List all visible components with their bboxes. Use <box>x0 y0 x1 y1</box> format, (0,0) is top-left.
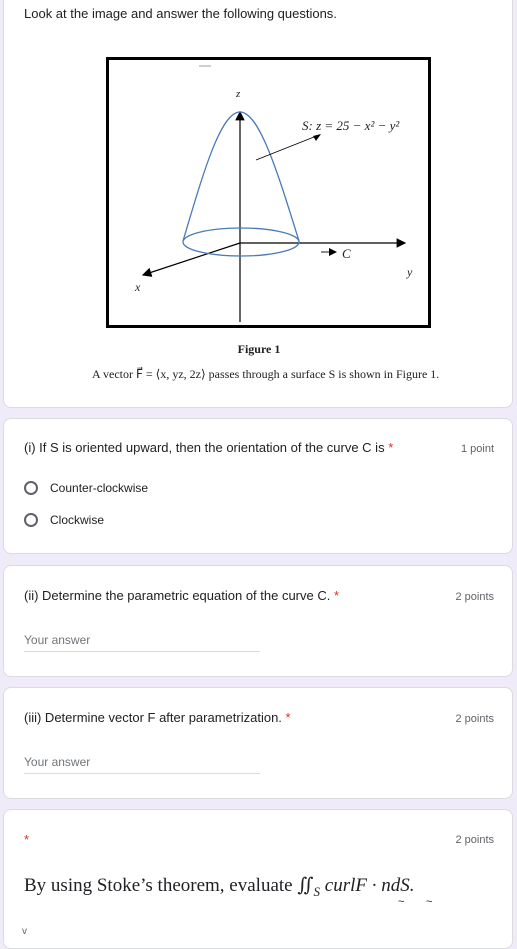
x-axis <box>141 242 241 277</box>
tilde-mark: ~ <box>398 896 405 908</box>
required-mark: * <box>388 440 394 455</box>
radio-button[interactable] <box>24 513 38 527</box>
question-4-points: 2 points <box>455 834 494 846</box>
question-2-card: (ii) Determine the parametric equation o… <box>3 565 513 677</box>
integrand: curlF · ndS. <box>324 875 415 896</box>
integral-subscript: S <box>313 884 321 899</box>
required-mark: * <box>285 710 291 725</box>
curve-c <box>182 227 300 257</box>
tilde-mark: ~ <box>426 896 433 908</box>
question-1-title: (i) If S is oriented upward, then the or… <box>24 440 394 455</box>
question-3-card: (iii) Determine vector F after parametri… <box>3 687 513 799</box>
y-axis-label: y <box>407 265 413 279</box>
question-2-title: (ii) Determine the parametric equation o… <box>24 588 340 603</box>
prompt-text: By using Stoke’s theorem, evaluate <box>24 875 293 896</box>
figure-1: z S: z = 25 − x² − y² C y x <box>106 57 431 328</box>
required-mark: * <box>24 832 30 847</box>
figure-caption: Figure 1 <box>237 342 281 356</box>
answer-input[interactable]: Your answer <box>24 755 260 774</box>
truncated-text: v <box>22 926 27 937</box>
question-1-card: (i) If S is oriented upward, then the or… <box>3 418 513 554</box>
figure-description: A vector F⃗ = ⟨x, yz, 2z⟩ passes through… <box>92 367 440 381</box>
figure-1-drawing <box>141 65 407 322</box>
option-label: Clockwise <box>50 513 105 527</box>
surface-integral-symbol: ∬ <box>297 875 314 896</box>
answer-input[interactable]: Your answer <box>24 633 260 652</box>
question-3-title: (iii) Determine vector F after parametri… <box>24 710 291 725</box>
curve-label: C <box>342 246 351 261</box>
question-1-points: 1 point <box>460 443 494 455</box>
option-counter-clockwise[interactable]: Counter-clockwise <box>24 478 148 498</box>
radio-button[interactable] <box>24 481 38 495</box>
option-label: Counter-clockwise <box>50 481 149 495</box>
z-axis-label: z <box>236 88 241 100</box>
required-mark: * <box>333 588 340 603</box>
question-4-prompt: By using Stoke’s theorem, evaluate ∬S cu… <box>24 874 415 900</box>
intro-text: Look at the image and answer the followi… <box>24 6 337 21</box>
x-axis-label: x <box>135 280 141 294</box>
question-2-points: 2 points <box>455 591 494 603</box>
intro-card: Look at the image and answer the followi… <box>3 0 513 408</box>
question-3-points: 2 points <box>455 713 494 725</box>
paraboloid-surface <box>182 111 300 242</box>
surface-label: S: z = 25 − x² − y² <box>302 118 400 133</box>
option-clockwise[interactable]: Clockwise <box>24 510 104 530</box>
